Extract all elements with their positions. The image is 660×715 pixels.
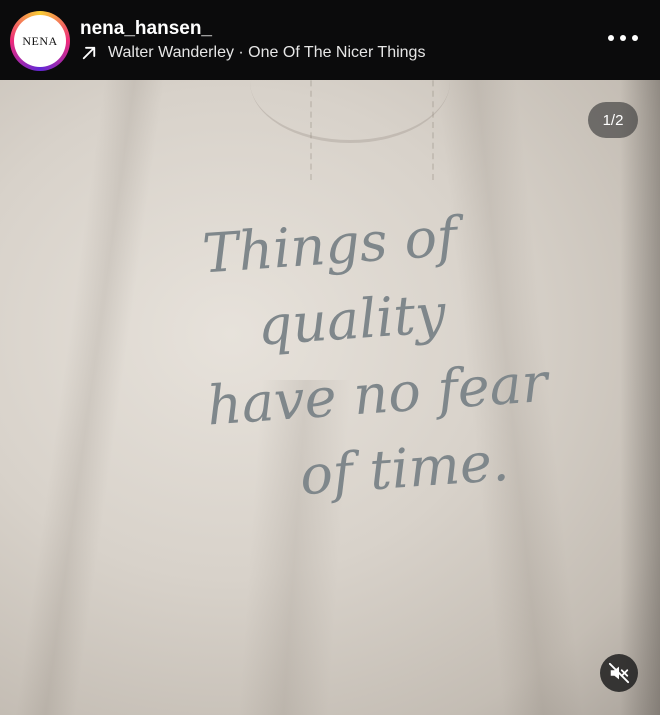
more-options-button[interactable]: [608, 26, 638, 50]
shirt-tag-seam: [310, 80, 434, 180]
shirt-print-text: Things of quality have no fear of time.: [180, 188, 630, 521]
more-dot: [632, 35, 638, 41]
avatar[interactable]: NENA: [14, 15, 66, 67]
shadow-edge: [620, 80, 660, 715]
speaker-muted-icon: [608, 662, 630, 684]
more-dot: [620, 35, 626, 41]
story-ring[interactable]: NENA: [10, 11, 70, 71]
audio-attribution[interactable]: Walter Wanderley · One Of The Nicer Thin…: [80, 44, 425, 62]
mute-button[interactable]: [600, 654, 638, 692]
post-header: NENA nena_hansen_ Walter Wanderley · One…: [0, 0, 660, 80]
post-media[interactable]: Things of quality have no fear of time.: [0, 80, 660, 715]
carousel-counter: 1/2: [588, 102, 638, 138]
username[interactable]: nena_hansen_: [80, 18, 212, 40]
arrow-up-right-icon: [82, 46, 96, 60]
more-horizontal-icon: [608, 35, 614, 41]
song-label: Walter Wanderley · One Of The Nicer Thin…: [108, 44, 426, 61]
fabric-fold: [15, 80, 165, 715]
